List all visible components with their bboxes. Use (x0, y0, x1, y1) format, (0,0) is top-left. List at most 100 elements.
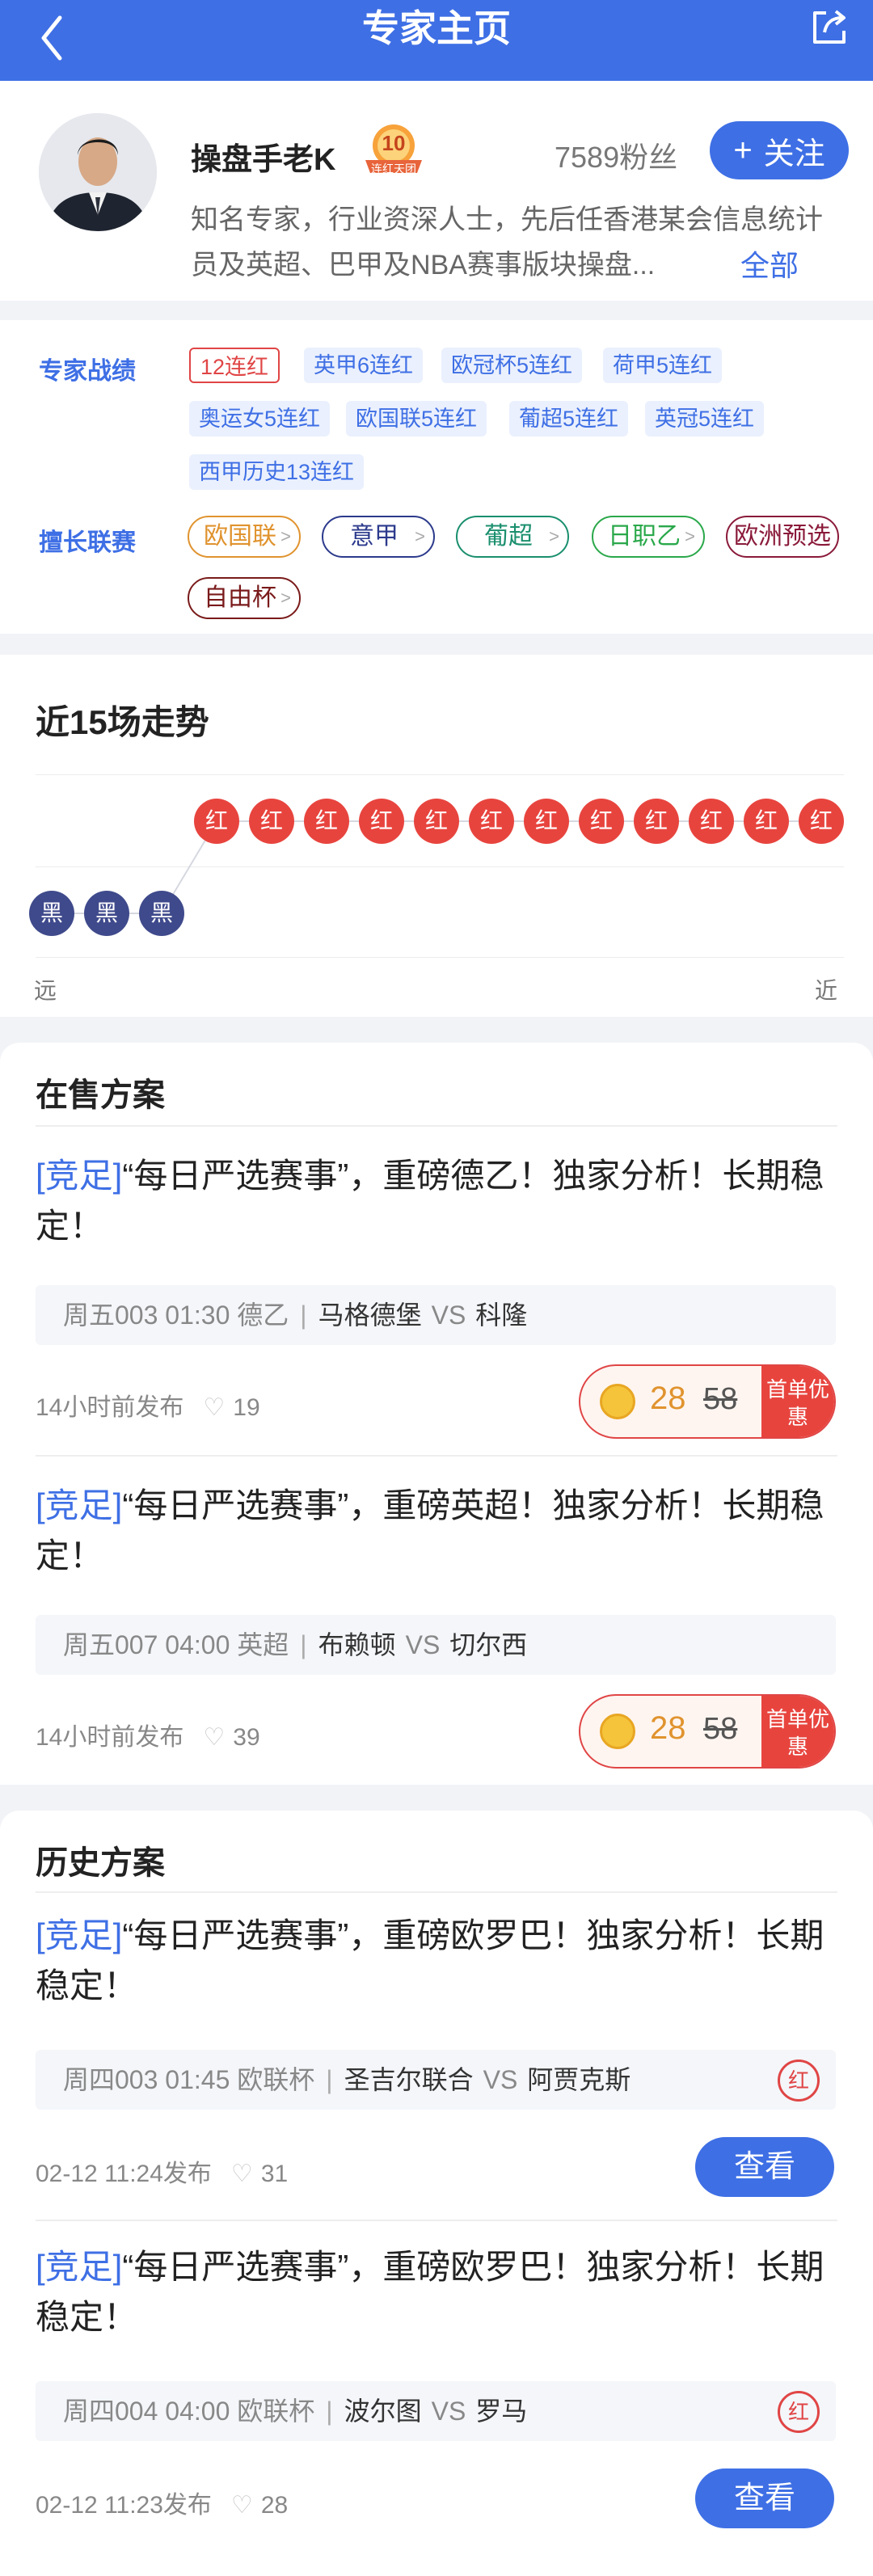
plan-title[interactable]: [竞足]“每日严选赛事”，重磅欧罗巴！独家分析！长期稳定！ (36, 1911, 844, 2011)
plan-kind: [竞足] (36, 1486, 123, 1524)
thumb-icon: ♡ (230, 2161, 253, 2187)
league-chip[interactable]: 日职乙 > (592, 516, 705, 558)
league-chip-label: 自由杯 (204, 584, 276, 611)
result-red-stamp: 红 (778, 2060, 820, 2102)
price-button[interactable]: 28 58 首单优惠 (579, 1694, 836, 1769)
coin-icon (600, 1384, 635, 1419)
coin-icon (600, 1714, 635, 1749)
league-chip-label: 意甲 (350, 523, 399, 550)
plan-title-text: “每日严选赛事”，重磅英超！独家分析！长期稳定！ (36, 1486, 824, 1575)
away-team: 罗马 (475, 2397, 528, 2426)
publish-time: 14小时前发布 (36, 1724, 184, 1751)
chevron-right-icon: > (549, 526, 559, 546)
match-info: 周四004 04:00 欧联杯 | 波尔图 VS 罗马 (36, 2381, 836, 2441)
trend-title: 近15场走势 (36, 703, 209, 741)
like-count: 19 (233, 1394, 260, 1421)
badge-text: 连红天团 (371, 162, 416, 175)
top-nav-bar: 专家主页 (0, 0, 873, 81)
follow-label: 关注 (763, 137, 825, 171)
price-button[interactable]: 28 58 首单优惠 (579, 1364, 836, 1439)
league-chip[interactable]: 自由杯 > (188, 577, 301, 619)
divider (36, 1455, 837, 1457)
publish-time: 02-12 11:23发布 (36, 2492, 212, 2519)
chevron-right-icon: > (280, 526, 291, 546)
trend-result-dot: 红 (524, 799, 569, 844)
league-chip[interactable]: 意甲 > (322, 516, 435, 558)
plus-icon: + (733, 133, 753, 168)
home-team: 波尔图 (344, 2397, 422, 2426)
trend-result-dot: 黑 (84, 891, 129, 936)
publish-info: 02-12 11:24发布 ♡ 31 (36, 2153, 288, 2189)
trend-gridline (36, 774, 844, 775)
record-tag: 葡超5连红 (509, 401, 629, 436)
trend-result-dot: 红 (689, 799, 734, 844)
intro-expand-link[interactable]: 全部 (736, 242, 799, 285)
badge-number: 10 (382, 131, 406, 155)
away-team: 切尔西 (449, 1630, 528, 1659)
separator: | (300, 1630, 307, 1659)
publish-time: 14小时前发布 (36, 1394, 184, 1421)
vs-label: VS (431, 2397, 466, 2426)
publish-time: 02-12 11:24发布 (36, 2161, 212, 2187)
view-button[interactable]: 查看 (695, 2137, 834, 2197)
streak-badge: 10 连红天团 (354, 121, 433, 181)
match-info: 周五007 04:00 英超 | 布赖顿 VS 切尔西 (36, 1615, 836, 1675)
league-chip[interactable]: 葡超 > (456, 516, 569, 558)
publish-info: 02-12 11:23发布 ♡ 28 (36, 2485, 288, 2520)
chevron-right-icon: > (280, 588, 291, 608)
like-count: 31 (260, 2161, 289, 2187)
avatar[interactable] (39, 113, 157, 231)
chevron-right-icon: > (685, 526, 695, 546)
record-tag: 欧国联5连红 (346, 401, 487, 436)
record-tag: 欧冠杯5连红 (441, 348, 583, 383)
league-chip-label: 日职乙 (608, 523, 681, 550)
trend-result-dot: 黑 (29, 891, 74, 936)
on-sale-title: 在售方案 (36, 1077, 165, 1113)
plan-kind: [竞足] (36, 1916, 123, 1954)
divider (36, 1891, 837, 1893)
match-meta: 周五003 01:30 德乙 (63, 1301, 289, 1330)
trend-result-dot: 红 (799, 799, 844, 844)
league-chip[interactable]: 欧洲预选 (726, 516, 839, 558)
trend-gridline (36, 957, 844, 958)
plan-kind: [竞足] (36, 1157, 123, 1195)
plan-title-text: “每日严选赛事”，重磅德乙！独家分析！长期稳定！ (36, 1157, 824, 1245)
plan-title[interactable]: [竞足]“每日严选赛事”，重磅英超！独家分析！长期稳定！ (36, 1481, 844, 1581)
first-order-promo: 首单优惠 (761, 1366, 834, 1437)
away-team: 科隆 (475, 1301, 528, 1330)
divider (36, 2220, 837, 2221)
away-team: 阿贾克斯 (527, 2065, 631, 2094)
league-chip-label: 葡超 (484, 523, 533, 550)
separator: | (300, 1301, 307, 1330)
trend-result-dot: 红 (634, 799, 679, 844)
first-order-promo: 首单优惠 (761, 1696, 834, 1767)
plan-title[interactable]: [竞足]“每日严选赛事”，重磅德乙！独家分析！长期稳定！ (36, 1151, 844, 1251)
match-info: 周四003 01:45 欧联杯 | 圣吉尔联合 VS 阿贾克斯 (36, 2050, 836, 2110)
price-original: 58 (703, 1382, 738, 1416)
publish-info: 14小时前发布 ♡ 19 (36, 1387, 260, 1423)
page-title: 专家主页 (362, 7, 511, 49)
home-team: 圣吉尔联合 (344, 2065, 474, 2094)
share-icon[interactable] (807, 5, 852, 50)
trend-result-dot: 红 (414, 799, 459, 844)
thumb-icon: ♡ (203, 1724, 226, 1751)
trend-result-dot: 红 (249, 799, 294, 844)
view-button[interactable]: 查看 (695, 2468, 834, 2528)
trend-result-dot: 黑 (139, 891, 184, 936)
plan-title-text: “每日严选赛事”，重磅欧罗巴！独家分析！长期稳定！ (36, 1916, 824, 2005)
plan-title[interactable]: [竞足]“每日严选赛事”，重磅欧罗巴！独家分析！长期稳定！ (36, 2242, 844, 2342)
follow-button[interactable]: + 关注 (710, 121, 849, 179)
records-label: 专家战绩 (39, 358, 136, 385)
thumb-icon: ♡ (203, 1394, 226, 1421)
league-chip[interactable]: 欧国联 > (188, 516, 301, 558)
record-tag: 英冠5连红 (645, 401, 765, 436)
trend-gridline (36, 866, 844, 867)
record-tag: 奥运女5连红 (189, 401, 331, 436)
vs-label: VS (405, 1630, 441, 1659)
expert-name: 操盘手老K (191, 143, 336, 177)
history-title: 历史方案 (36, 1845, 165, 1881)
match-meta: 周五007 04:00 英超 (63, 1630, 289, 1659)
price-current: 28 (650, 1381, 686, 1416)
trend-result-dot: 红 (304, 799, 349, 844)
leagues-label: 擅长联赛 (39, 529, 136, 556)
